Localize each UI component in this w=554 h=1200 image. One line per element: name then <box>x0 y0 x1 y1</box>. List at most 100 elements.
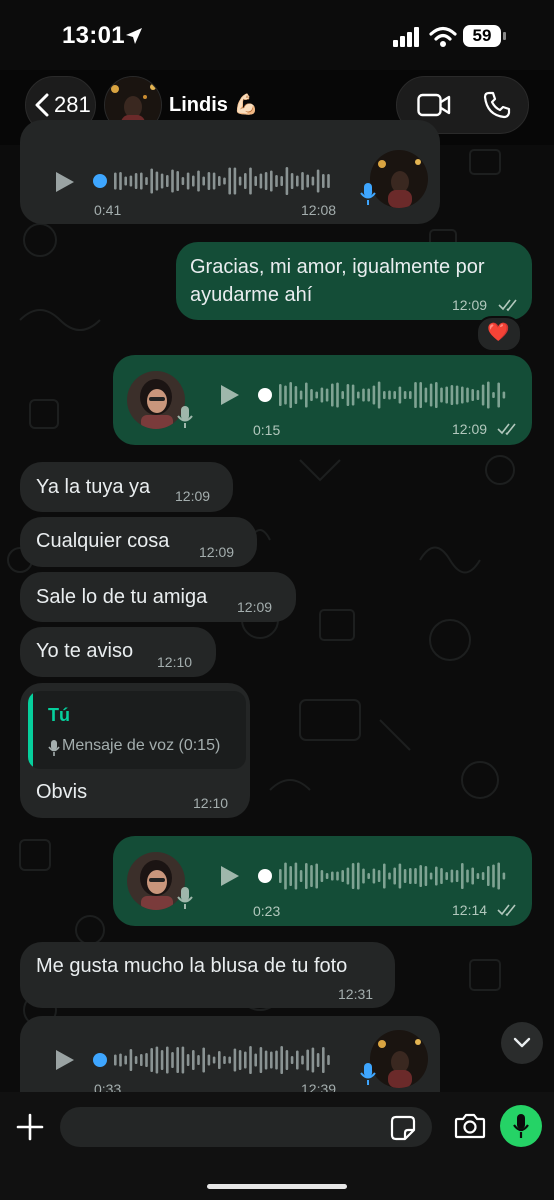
record-voice-button[interactable] <box>500 1105 542 1147</box>
waveform-bar <box>305 863 308 889</box>
home-indicator <box>207 1184 347 1189</box>
waveform-bar <box>223 1056 226 1064</box>
waveform-bar <box>270 1051 273 1069</box>
waveform-bar <box>393 391 396 399</box>
message-outgoing[interactable]: Gracias, mi amor, igualmente por ayudarm… <box>176 242 532 320</box>
microphone-icon <box>177 887 193 909</box>
waveform-bar <box>119 1053 122 1067</box>
avatar-image <box>370 1030 428 1088</box>
waveform-bar <box>424 387 428 403</box>
waveform-bar <box>134 173 138 189</box>
waveform-bar <box>249 167 252 195</box>
waveform-bar <box>502 872 506 880</box>
waveform-bar <box>372 868 376 884</box>
waveform-bar <box>388 390 391 400</box>
waveform-bar <box>129 175 133 187</box>
quote-accent-bar <box>28 691 33 769</box>
waveform-bar <box>285 1050 289 1070</box>
waveform-bar <box>327 174 330 188</box>
scroll-to-bottom-button[interactable] <box>501 1022 543 1064</box>
avatar-image <box>370 150 428 208</box>
contact-name[interactable]: Lindis 💪🏻 <box>169 92 258 117</box>
message-incoming[interactable]: Ya la tuya ya 12:09 <box>20 462 233 512</box>
reaction-emoji: ❤️ <box>487 322 510 342</box>
waveform-bar <box>466 869 469 883</box>
voice-duration: 0:41 <box>94 202 122 218</box>
waveform-bar <box>306 1049 309 1071</box>
message-composer <box>0 1092 554 1200</box>
waveform-bar <box>310 389 313 401</box>
waveform-bar <box>228 167 231 195</box>
waveform-bar <box>155 1046 159 1074</box>
unread-count: 281 <box>54 92 91 117</box>
voice-duration: 0:15 <box>253 422 281 438</box>
waveform-bar <box>275 1050 278 1070</box>
waveform-bar <box>160 1050 164 1070</box>
waveform-bar <box>244 1051 247 1069</box>
phone-icon[interactable] <box>483 91 511 119</box>
voice-message-outgoing[interactable]: 0:15 12:09 <box>113 355 532 445</box>
waveform-bar <box>362 868 365 884</box>
video-call-icon[interactable] <box>417 93 451 117</box>
voice-waveform[interactable] <box>92 165 342 197</box>
voice-waveform[interactable] <box>257 860 517 892</box>
microphone-icon <box>177 406 193 428</box>
waveform-bar <box>471 867 474 885</box>
message-time: 12:08 <box>301 202 337 218</box>
voice-message-outgoing[interactable]: 0:23 12:14 <box>113 836 532 926</box>
waveform-bar <box>233 167 237 195</box>
waveform-bar <box>476 390 480 400</box>
waveform-bar <box>176 171 179 191</box>
waveform-bar <box>325 388 329 402</box>
waveform-bar <box>455 870 459 882</box>
waveform-bar <box>419 865 422 887</box>
waveform-bar <box>311 176 315 186</box>
location-arrow-icon <box>126 28 142 44</box>
play-icon[interactable] <box>219 383 241 407</box>
message-reply[interactable]: Tú Mensaje de voz (0:15) Obvis 12:10 <box>20 683 250 818</box>
camera-icon[interactable] <box>454 1112 486 1140</box>
waveform-bar <box>114 1054 117 1066</box>
waveform-bar <box>445 872 448 880</box>
voice-waveform[interactable] <box>92 1044 342 1076</box>
sticker-icon[interactable] <box>390 1115 416 1141</box>
message-time: 12:31 <box>338 986 374 1002</box>
voice-message-incoming[interactable]: 0:41 12:08 <box>20 120 440 224</box>
waveform-bar <box>284 862 287 890</box>
message-incoming[interactable]: Sale lo de tu amiga 12:09 <box>20 572 296 622</box>
waveform-bar <box>176 1047 179 1073</box>
waveform-bar <box>218 1051 221 1069</box>
waveform-bar <box>492 392 495 398</box>
waveform-bar <box>301 172 304 190</box>
message-text: Cualquier cosa <box>36 530 170 552</box>
message-text: Sale lo de tu amiga <box>36 586 208 608</box>
message-incoming[interactable]: Cualquier cosa 12:09 <box>20 517 257 567</box>
waveform-bar <box>403 391 407 399</box>
waveform-bar <box>351 863 355 889</box>
status-time: 13:01 <box>62 22 125 49</box>
message-incoming[interactable]: Yo te aviso 12:10 <box>20 627 216 677</box>
waveform-bar <box>487 381 490 409</box>
waveform-bar <box>398 863 402 889</box>
waveform-bar <box>181 177 185 185</box>
play-icon[interactable] <box>54 170 76 194</box>
waveform-bar <box>296 175 299 187</box>
battery-cap <box>503 32 506 40</box>
waveform-bar <box>481 384 485 406</box>
waveform-bar <box>393 867 396 885</box>
play-icon[interactable] <box>54 1048 76 1072</box>
quoted-message[interactable]: Tú Mensaje de voz (0:15) <box>28 691 246 769</box>
plus-icon[interactable] <box>16 1113 44 1141</box>
waveform-bar <box>238 1050 242 1070</box>
status-bar: 13:01 59 <box>0 0 554 70</box>
waveform-bar <box>207 1054 211 1066</box>
message-incoming[interactable]: Me gusta mucho la blusa de tu foto 12:31 <box>20 942 395 1008</box>
message-input[interactable] <box>60 1107 432 1147</box>
voice-waveform[interactable] <box>257 379 517 411</box>
waveform-bar <box>212 172 216 190</box>
play-icon[interactable] <box>219 864 241 888</box>
message-text: Yo te aviso <box>36 640 134 662</box>
waveform-bar <box>450 869 454 883</box>
waveform-bar <box>461 863 464 889</box>
message-reaction[interactable]: ❤️ <box>476 316 522 352</box>
